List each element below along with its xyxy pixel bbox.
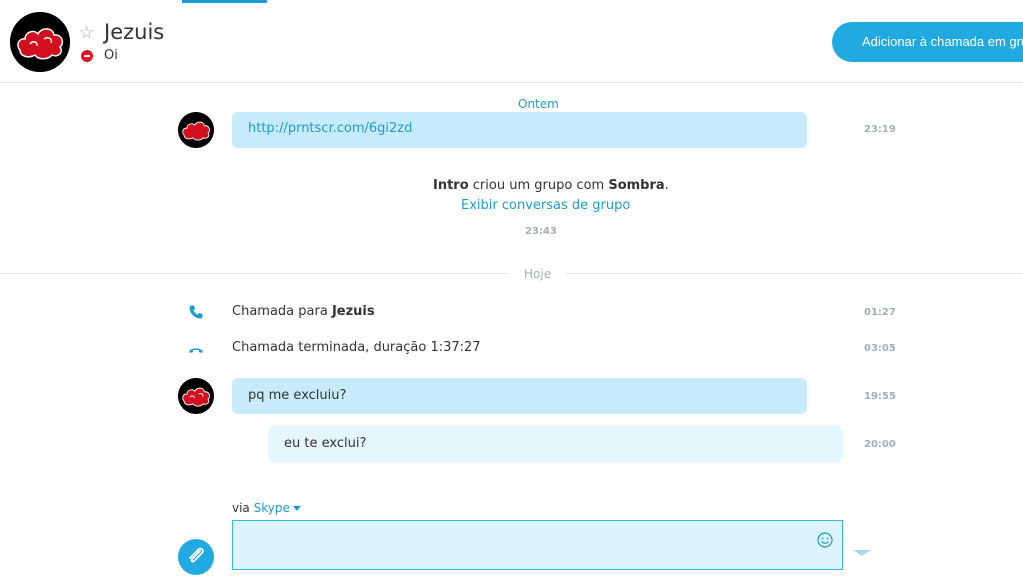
day-divider-line bbox=[566, 273, 1023, 274]
message-text: eu te exclui? bbox=[284, 436, 367, 451]
group-created-notice: Intro criou um grupo com Sombra. bbox=[433, 178, 669, 193]
phone-icon bbox=[189, 305, 203, 319]
message-timestamp: 20:00 bbox=[864, 439, 896, 450]
message-link[interactable]: http://prntscr.com/6gi2zd bbox=[248, 121, 412, 136]
contact-mood-message: Oi bbox=[104, 48, 118, 63]
call-timestamp: 01:27 bbox=[864, 307, 896, 318]
day-separator-yesterday: Ontem bbox=[518, 97, 559, 111]
view-group-conversations-link[interactable]: Exibir conversas de grupo bbox=[461, 198, 630, 213]
actor-name: Intro bbox=[433, 178, 469, 193]
day-separator-today: Hoje bbox=[524, 267, 552, 281]
message-bubble-outgoing: eu te exclui? bbox=[268, 426, 843, 462]
sender-avatar[interactable] bbox=[178, 112, 214, 148]
notice-period: . bbox=[664, 178, 669, 193]
event-timestamp: 23:43 bbox=[525, 226, 557, 237]
chevron-down-icon[interactable] bbox=[292, 506, 301, 511]
send-icon[interactable] bbox=[853, 550, 871, 556]
day-divider-line bbox=[0, 273, 510, 274]
notice-text: criou um grupo com bbox=[468, 178, 609, 193]
call-to-name: Jezuis bbox=[331, 304, 375, 319]
message-bubble-incoming: pq me excluiu? bbox=[232, 378, 807, 414]
message-timestamp: 23:19 bbox=[864, 124, 896, 135]
via-service-name[interactable]: Skype bbox=[254, 501, 290, 515]
phone-hangup-icon bbox=[189, 348, 203, 353]
conversation-header: ☆ Jezuis Oi Adicionar à chamada em grupo bbox=[0, 0, 1023, 83]
favorite-star-icon[interactable]: ☆ bbox=[79, 25, 95, 42]
call-to-notice: Chamada para Jezuis bbox=[232, 304, 375, 319]
akatsuki-cloud-icon bbox=[178, 112, 214, 148]
message-text: pq me excluiu? bbox=[248, 388, 347, 403]
sender-avatar[interactable] bbox=[178, 378, 214, 414]
group-name: Sombra bbox=[608, 178, 665, 193]
message-timestamp: 19:55 bbox=[864, 391, 896, 402]
paperclip-icon bbox=[189, 547, 204, 563]
call-to-prefix: Chamada para bbox=[232, 304, 332, 319]
message-bubble-incoming: http://prntscr.com/6gi2zd bbox=[232, 112, 807, 148]
call-ended-timestamp: 03:05 bbox=[864, 343, 896, 354]
smiley-icon[interactable] bbox=[817, 532, 833, 548]
message-input[interactable] bbox=[232, 520, 843, 570]
call-ended-notice: Chamada terminada, duração 1:37:27 bbox=[232, 340, 481, 355]
attach-button[interactable] bbox=[178, 539, 214, 575]
akatsuki-cloud-icon bbox=[178, 378, 214, 414]
via-prefix: via bbox=[232, 501, 254, 515]
contact-name[interactable]: Jezuis bbox=[104, 20, 164, 44]
via-service-selector[interactable]: via Skype bbox=[232, 501, 301, 515]
akatsuki-cloud-icon bbox=[10, 12, 70, 72]
contact-avatar[interactable] bbox=[10, 12, 70, 72]
add-to-group-call-button[interactable]: Adicionar à chamada em grupo bbox=[832, 22, 1023, 62]
do-not-disturb-icon bbox=[81, 50, 93, 62]
